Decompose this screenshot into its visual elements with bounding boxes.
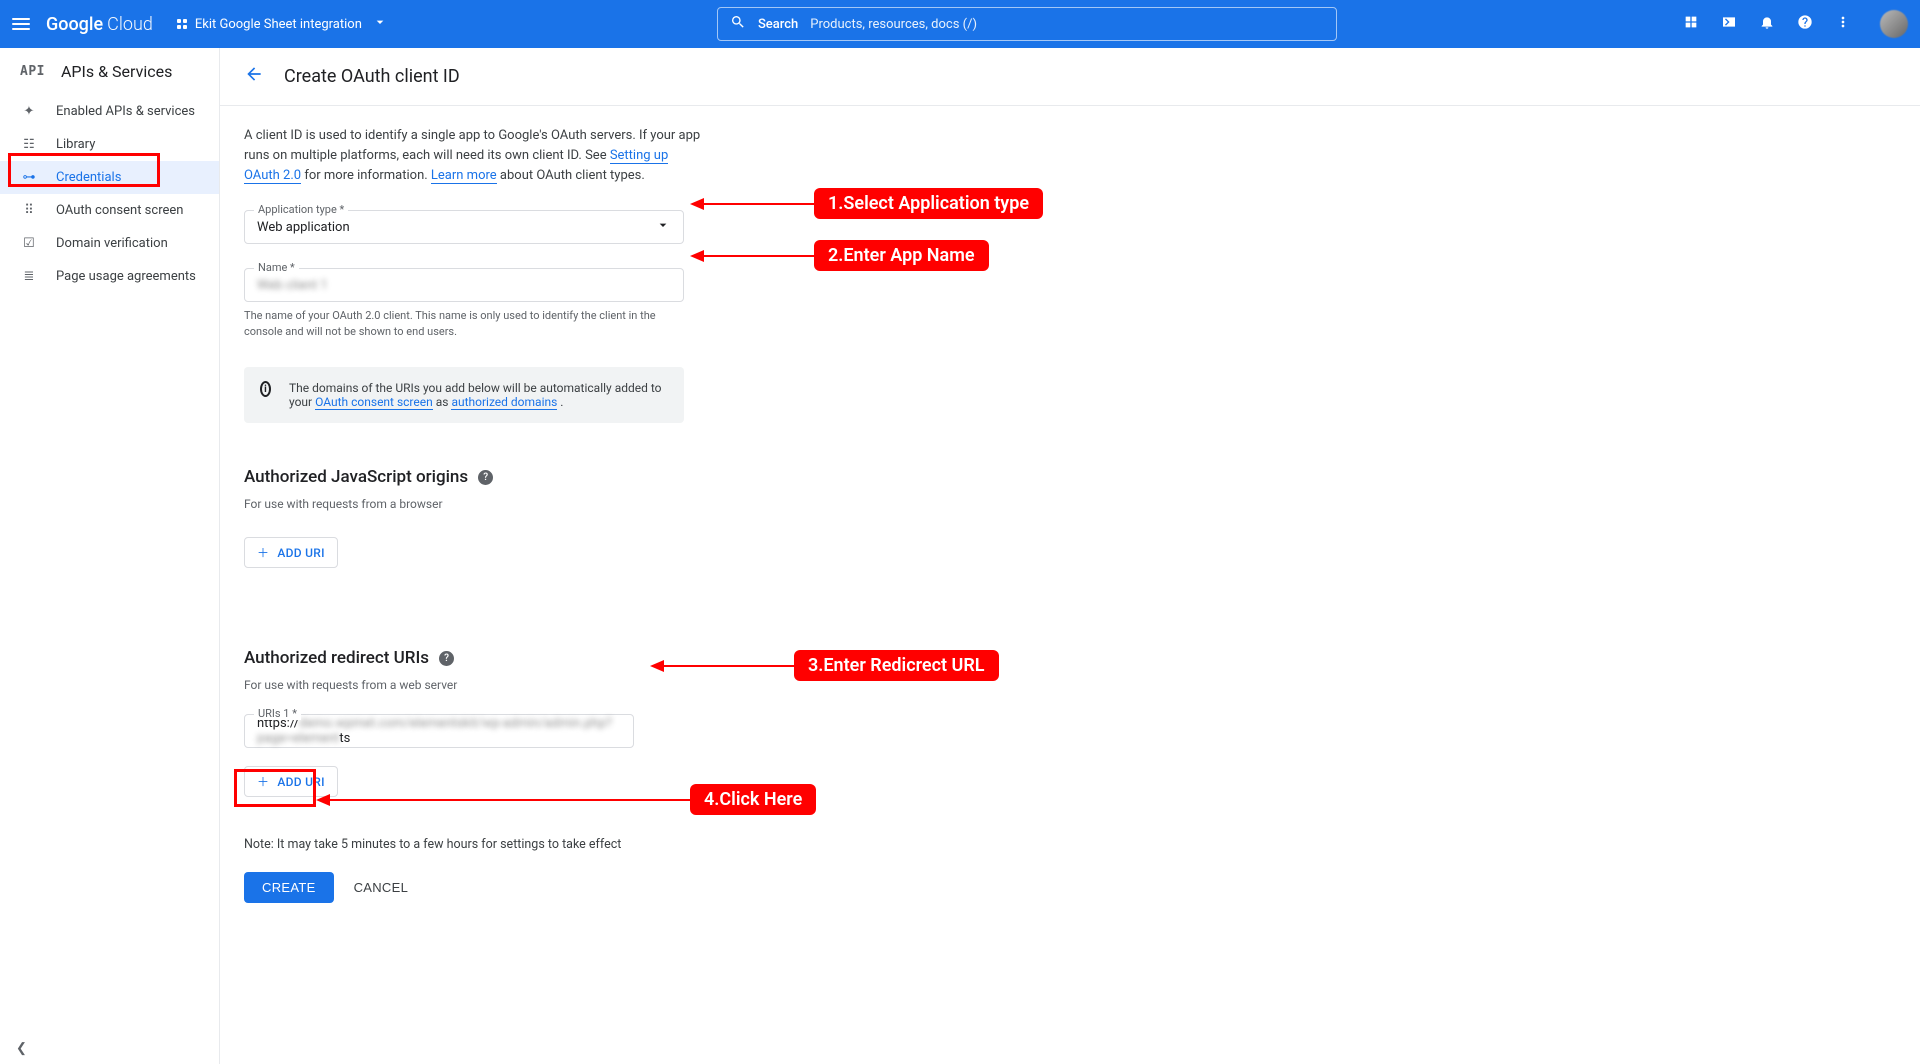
- sidebar-item-label: Page usage agreements: [56, 269, 196, 284]
- chevron-down-icon: [372, 14, 388, 34]
- add-uri-button-redirect[interactable]: ＋ ADD URI: [244, 766, 338, 797]
- project-icon: [177, 19, 187, 29]
- intro-text: A client ID is used to identify a single…: [244, 126, 704, 186]
- sidebar-title[interactable]: API APIs & Services: [0, 48, 219, 95]
- domain-verification-icon: ☑: [20, 236, 38, 251]
- add-uri-label: ADD URI: [277, 775, 325, 789]
- sidebar-item-label: OAuth consent screen: [56, 203, 183, 218]
- google-cloud-logo[interactable]: Google Cloud: [46, 14, 153, 35]
- library-icon: ☷: [20, 137, 38, 152]
- uri1-label: URIs 1 *: [254, 707, 301, 720]
- uri1-suffix: ts: [339, 731, 350, 746]
- page-usage-icon: ≣: [20, 269, 38, 284]
- name-help-text: The name of your OAuth 2.0 client. This …: [244, 308, 684, 339]
- help-icon[interactable]: ?: [478, 470, 493, 485]
- sidebar-item-oauth-consent[interactable]: ⠿ OAuth consent screen: [0, 194, 219, 227]
- cloud-shell-icon[interactable]: [1720, 14, 1738, 34]
- search-label: Search: [758, 17, 798, 32]
- search-icon: [730, 14, 746, 34]
- redirect-uris-heading: Authorized redirect URIs ?: [244, 648, 896, 668]
- sidebar-item-page-usage[interactable]: ≣ Page usage agreements: [0, 260, 219, 293]
- search-bar[interactable]: Search Products, resources, docs (/): [717, 7, 1337, 41]
- link-authorized-domains[interactable]: authorized domains: [451, 395, 557, 410]
- page-title: Create OAuth client ID: [284, 66, 460, 87]
- add-uri-button-js[interactable]: ＋ ADD URI: [244, 537, 338, 568]
- application-type-value: Web application: [257, 220, 350, 235]
- link-oauth-consent[interactable]: OAuth consent screen: [315, 395, 433, 410]
- back-arrow-icon[interactable]: [244, 64, 264, 89]
- name-field: Name * Web client 1: [244, 268, 684, 302]
- help-icon[interactable]: ?: [439, 651, 454, 666]
- application-type-label: Application type *: [254, 203, 348, 216]
- uri1-input[interactable]: https://demo.wpmet.com/elementskit/wp-ad…: [244, 714, 634, 748]
- enabled-apis-icon: ✦: [20, 104, 38, 119]
- api-mark-icon: API: [20, 64, 45, 79]
- add-uri-label: ADD URI: [277, 546, 325, 560]
- sidebar-item-enabled-apis[interactable]: ✦ Enabled APIs & services: [0, 95, 219, 128]
- global-header: Google Cloud Ekit Google Sheet integrati…: [0, 0, 1920, 48]
- sidebar-item-label: Library: [56, 137, 95, 152]
- js-origins-heading: Authorized JavaScript origins ?: [244, 467, 896, 487]
- notifications-icon[interactable]: [1758, 14, 1776, 34]
- info-banner: i The domains of the URIs you add below …: [244, 367, 684, 423]
- sidebar-collapse-icon[interactable]: ❮: [16, 1041, 27, 1056]
- project-name: Ekit Google Sheet integration: [195, 17, 362, 32]
- credentials-icon: ⊶: [20, 170, 38, 185]
- sidebar-item-label: Enabled APIs & services: [56, 104, 195, 119]
- plus-icon: ＋: [257, 773, 269, 790]
- plus-icon: ＋: [257, 544, 269, 561]
- name-value: Web client 1: [257, 278, 328, 293]
- sidebar-item-domain-verification[interactable]: ☑ Domain verification: [0, 227, 219, 260]
- project-picker[interactable]: Ekit Google Sheet integration: [177, 14, 388, 34]
- redirect-uris-sub: For use with requests from a web server: [244, 678, 896, 692]
- application-type-field: Application type * Web application: [244, 210, 684, 244]
- name-input[interactable]: Web client 1: [244, 268, 684, 302]
- search-placeholder: Products, resources, docs (/): [810, 17, 977, 32]
- more-vert-icon[interactable]: [1834, 14, 1852, 34]
- logo-word-google: Google: [46, 14, 103, 35]
- name-label: Name *: [254, 261, 299, 274]
- sidebar-item-credentials[interactable]: ⊶ Credentials: [0, 161, 219, 194]
- info-icon: i: [260, 381, 271, 397]
- link-learn-more[interactable]: Learn more: [431, 168, 497, 184]
- cancel-button[interactable]: CANCEL: [354, 880, 409, 895]
- logo-word-cloud: Cloud: [107, 14, 153, 35]
- account-avatar[interactable]: [1880, 10, 1908, 38]
- main-content: Create OAuth client ID A client ID is us…: [220, 48, 1920, 1064]
- header-icon-tray: [1682, 10, 1908, 38]
- create-button[interactable]: CREATE: [244, 872, 334, 903]
- chevron-down-icon: [655, 217, 671, 237]
- sidebar-item-label: Credentials: [56, 170, 121, 185]
- uri1-field: URIs 1 * https://demo.wpmet.com/elements…: [244, 714, 684, 748]
- note-text: Note: It may take 5 minutes to a few hou…: [244, 837, 896, 852]
- sidebar: API APIs & Services ✦ Enabled APIs & ser…: [0, 48, 220, 1064]
- sidebar-item-label: Domain verification: [56, 236, 168, 251]
- hamburger-icon[interactable]: [12, 15, 30, 33]
- uri1-blurred: demo.wpmet.com/elementskit/wp-admin/admi…: [257, 716, 612, 746]
- oauth-consent-icon: ⠿: [20, 203, 38, 218]
- page-header: Create OAuth client ID: [220, 48, 1920, 106]
- gift-icon[interactable]: [1682, 14, 1700, 34]
- action-row: CREATE CANCEL: [244, 872, 896, 903]
- help-icon[interactable]: [1796, 14, 1814, 34]
- js-origins-sub: For use with requests from a browser: [244, 497, 896, 511]
- sidebar-title-label: APIs & Services: [61, 62, 172, 81]
- sidebar-item-library[interactable]: ☷ Library: [0, 128, 219, 161]
